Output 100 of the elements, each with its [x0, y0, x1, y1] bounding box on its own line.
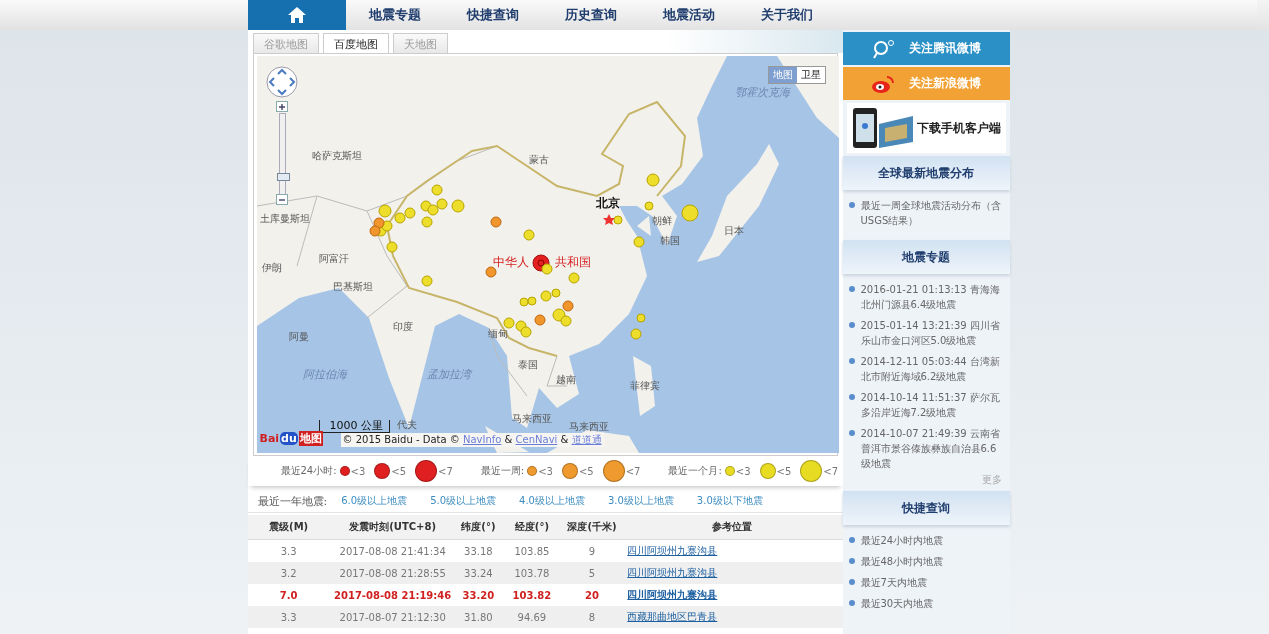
- earthquake-marker[interactable]: [523, 229, 534, 241]
- sidebar-link[interactable]: 2014-10-14 11:51:37 萨尔瓦多沿岸近海7.2级地震: [848, 390, 1004, 420]
- sidebar-link[interactable]: 2015-01-14 13:21:39 四川省乐山市金口河区5.0级地震: [848, 318, 1004, 348]
- magnitude-filter-link[interactable]: 3.0级以下地震: [696, 494, 763, 508]
- earthquake-marker[interactable]: [630, 328, 641, 340]
- magnitude-filter-link[interactable]: 3.0级以上地震: [607, 494, 674, 508]
- pan-control-icon[interactable]: [265, 66, 298, 98]
- sidebar-link[interactable]: 最近48小时内地震: [848, 554, 1004, 569]
- sidebar-link[interactable]: 最近30天内地震: [848, 596, 1004, 611]
- earthquake-marker[interactable]: [404, 207, 415, 219]
- nav-link[interactable]: 地震专题: [345, 0, 444, 30]
- earthquake-marker[interactable]: [373, 217, 384, 229]
- map-tab[interactable]: 百度地图: [322, 33, 389, 53]
- earthquake-marker[interactable]: [633, 236, 644, 248]
- legend-label: 最近一个月:: [668, 464, 722, 478]
- attribution-link[interactable]: CenNavi: [515, 434, 558, 445]
- earthquake-marker[interactable]: [568, 272, 579, 284]
- location-link[interactable]: 四川阿坝州九寨沟县: [627, 545, 718, 556]
- earthquake-marker[interactable]: [451, 199, 464, 213]
- earthquake-marker[interactable]: [636, 313, 645, 323]
- earthquake-marker[interactable]: [551, 288, 560, 298]
- earthquake-marker[interactable]: [613, 215, 622, 225]
- table-cell: 20: [562, 584, 622, 606]
- earthquake-marker[interactable]: [386, 241, 397, 253]
- sidebar-link[interactable]: 最近7天内地震: [848, 575, 1004, 590]
- earthquake-marker[interactable]: [552, 308, 565, 322]
- home-icon: [287, 7, 306, 23]
- nav-link[interactable]: 快捷查询: [443, 0, 542, 30]
- magnitude-filter-link[interactable]: 6.0级以上地震: [341, 494, 408, 508]
- phone-map-drawing: [850, 106, 915, 150]
- map-place-label: 印度: [392, 322, 413, 332]
- earthquake-marker[interactable]: [527, 296, 536, 306]
- earthquake-marker[interactable]: [562, 300, 573, 312]
- follow-weibo-button[interactable]: 关注腾讯微博: [842, 32, 1010, 65]
- table-cell: 103.82: [501, 584, 563, 606]
- table-cell: 33.24: [455, 562, 502, 584]
- sidebar-link[interactable]: 最近24小时内地震: [848, 533, 1004, 548]
- map-type-toggle[interactable]: 卫星: [796, 67, 825, 83]
- sidebar-link[interactable]: 最近一周全球地震活动分布（含USGS结果）: [848, 198, 1004, 228]
- earthquake-marker[interactable]: [503, 317, 514, 329]
- attribution-link[interactable]: NavInfo: [462, 434, 502, 445]
- earthquake-marker[interactable]: [490, 216, 501, 228]
- table-cell: 7.0: [247, 584, 330, 606]
- map-place-label: 中华人: [492, 256, 529, 268]
- legend-text: <5: [578, 465, 594, 477]
- app-download-banner[interactable]: 下载手机客户端: [846, 103, 1006, 153]
- column-header: 纬度(°): [455, 515, 502, 540]
- magnitude-filter-link[interactable]: 5.0级以上地震: [430, 494, 497, 508]
- earthquake-marker[interactable]: [520, 326, 531, 338]
- earthquake-marker[interactable]: [431, 184, 442, 196]
- earthquake-marker[interactable]: [485, 266, 496, 278]
- location-link[interactable]: 四川阿坝州九寨沟县: [627, 589, 718, 600]
- column-header: 发震时刻(UTC+8): [329, 515, 456, 540]
- legend-label: 最近一周:: [480, 464, 525, 478]
- nav-link[interactable]: 地震活动: [639, 0, 738, 30]
- map-place-label: 哈萨克斯坦: [311, 151, 362, 161]
- home-button[interactable]: [247, 0, 346, 30]
- section-heading: 地震专题: [842, 240, 1010, 274]
- table-cell: 3.3: [247, 606, 330, 628]
- nav-link[interactable]: 历史查询: [541, 0, 640, 30]
- map-place-label: 土库曼斯坦: [259, 214, 310, 224]
- map-place-label: 泰国: [517, 360, 538, 370]
- earthquake-marker[interactable]: [644, 201, 653, 211]
- sidebar-link[interactable]: 2014-12-11 05:03:44 台湾新北市附近海域6.2级地震: [848, 354, 1004, 384]
- earthquake-marker[interactable]: [378, 204, 391, 218]
- sidebar-link[interactable]: 2014-10-07 21:49:39 云南省普洱市景谷傣族彝族自治县6.6级地震: [848, 426, 1004, 471]
- sidebar-link[interactable]: 2016-01-21 01:13:13 青海海北州门源县6.4级地震: [848, 282, 1004, 312]
- earthquake-marker[interactable]: [540, 290, 551, 302]
- earthquake-marker[interactable]: [534, 314, 545, 326]
- earthquake-marker[interactable]: [519, 297, 528, 307]
- table-cell: 9: [562, 539, 622, 562]
- legend-text: <7: [625, 465, 641, 477]
- legend-text: <3: [350, 465, 366, 477]
- earthquake-marker[interactable]: [560, 315, 571, 327]
- map-place-label: 韩国: [659, 236, 680, 246]
- map-place-label: 缅甸: [487, 329, 508, 339]
- map-place-label: 马来西亚: [511, 414, 552, 424]
- capital-star-icon: [602, 214, 615, 225]
- attribution-text: &: [503, 434, 514, 445]
- table-cell: 2017-08-07 21:12:30: [329, 606, 456, 628]
- earthquake-marker[interactable]: [681, 204, 698, 222]
- earthquake-marker[interactable]: [369, 225, 380, 237]
- nav-link[interactable]: 关于我们: [737, 0, 836, 30]
- legend-text: <7: [823, 465, 839, 477]
- earthquake-marker[interactable]: [421, 275, 432, 287]
- earthquake-marker[interactable]: [427, 204, 438, 216]
- map-place-label: 巴基斯坦: [332, 282, 373, 292]
- legend-text: <7: [438, 465, 453, 477]
- earthquake-marker[interactable]: [541, 263, 552, 275]
- magnitude-filter-link[interactable]: 4.0级以上地震: [519, 494, 585, 508]
- zoom-slider-thumb[interactable]: [276, 173, 290, 182]
- attribution-link[interactable]: 道道通: [571, 434, 602, 445]
- earthquake-marker[interactable]: [436, 198, 447, 210]
- table-cell: 94.69: [501, 606, 563, 628]
- earthquake-marker[interactable]: [646, 173, 659, 187]
- zoom-in-button[interactable]: [275, 101, 288, 112]
- earthquake-marker[interactable]: [394, 212, 405, 224]
- earthquake-marker[interactable]: [421, 216, 432, 228]
- zoom-out-button[interactable]: [275, 194, 288, 205]
- map-place-label: 伊朗: [261, 263, 282, 273]
